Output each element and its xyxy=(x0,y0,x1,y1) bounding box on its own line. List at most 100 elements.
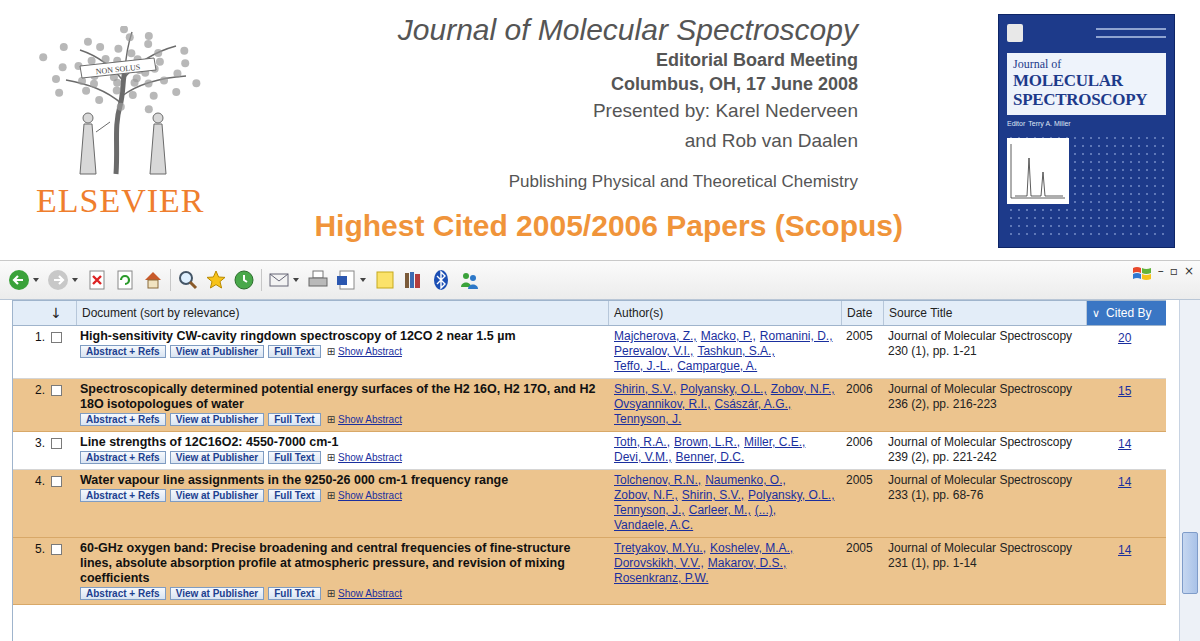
author-link[interactable]: Campargue, A. xyxy=(677,359,757,374)
show-abstract-link[interactable]: Show Abstract xyxy=(338,346,402,357)
author-link[interactable]: Zobov, N.F., xyxy=(614,488,678,503)
row-action-button[interactable]: Abstract + Refs xyxy=(80,345,166,358)
row-checkbox[interactable] xyxy=(51,544,62,555)
cited-by-link[interactable]: 20 xyxy=(1118,331,1131,345)
word-document-icon[interactable] xyxy=(335,269,357,291)
author-link[interactable]: Miller, C.E., xyxy=(744,435,805,450)
back-dropdown[interactable] xyxy=(33,278,39,282)
expand-icon[interactable]: ⊞ xyxy=(327,346,335,357)
author-link[interactable]: Császár, A.G., xyxy=(714,397,791,412)
window-control-button[interactable]: ▫ xyxy=(1170,264,1178,278)
scrollbar-thumb[interactable] xyxy=(1182,532,1198,594)
expand-icon[interactable]: ⊞ xyxy=(327,452,335,463)
row-action-button[interactable]: Abstract + Refs xyxy=(80,587,166,600)
column-header[interactable]: Source Title xyxy=(883,301,1086,325)
author-link[interactable]: Vandaele, A.C. xyxy=(614,518,693,533)
sort-marker[interactable]: ↓ xyxy=(13,301,76,325)
author-link[interactable]: Polyansky, O.L., xyxy=(748,488,834,503)
author-link[interactable]: Benner, D.C. xyxy=(676,450,745,465)
show-abstract-toggle[interactable]: ⊞Show Abstract xyxy=(327,452,402,463)
show-abstract-toggle[interactable]: ⊞Show Abstract xyxy=(327,414,402,425)
row-action-button[interactable]: Full Text xyxy=(268,345,320,358)
row-action-button[interactable]: Abstract + Refs xyxy=(80,413,166,426)
row-checkbox[interactable] xyxy=(51,476,62,487)
stop-icon[interactable] xyxy=(86,269,108,291)
note-icon[interactable] xyxy=(374,269,396,291)
column-header[interactable]: Document (sort by relevance) xyxy=(76,301,608,325)
row-action-button[interactable]: View at Publisher xyxy=(170,345,265,358)
row-checkbox[interactable] xyxy=(51,438,62,449)
show-abstract-toggle[interactable]: ⊞Show Abstract xyxy=(327,346,402,357)
forward-dropdown[interactable] xyxy=(72,278,78,282)
document-title[interactable]: Line strengths of 12C16O2: 4550-7000 cm-… xyxy=(80,435,602,450)
home-icon[interactable] xyxy=(142,269,164,291)
refresh-icon[interactable] xyxy=(114,269,136,291)
author-link[interactable]: Tashkun, S.A., xyxy=(697,344,774,359)
show-abstract-link[interactable]: Show Abstract xyxy=(338,414,402,425)
author-link[interactable]: Shirin, S.V., xyxy=(614,382,676,397)
author-link[interactable]: Rosenkranz, P.W. xyxy=(614,571,709,586)
row-action-button[interactable]: View at Publisher xyxy=(170,489,265,502)
row-action-button[interactable]: Full Text xyxy=(268,451,320,464)
author-link[interactable]: Majcherova, Z., xyxy=(614,329,697,344)
expand-icon[interactable]: ⊞ xyxy=(327,588,335,599)
scrollbar[interactable] xyxy=(1179,300,1200,641)
document-title[interactable]: Spectroscopically determined potential e… xyxy=(80,382,602,412)
document-title[interactable]: 60-GHz oxygen band: Precise broadening a… xyxy=(80,541,602,586)
history-icon[interactable] xyxy=(233,269,255,291)
author-link[interactable]: Tennyson, J. xyxy=(614,412,681,427)
forward-icon[interactable] xyxy=(47,269,69,291)
back-icon[interactable] xyxy=(8,269,30,291)
document-title[interactable]: Water vapour line assignments in the 925… xyxy=(80,473,602,488)
messenger-icon[interactable] xyxy=(458,269,480,291)
row-action-button[interactable]: View at Publisher xyxy=(170,451,265,464)
column-header[interactable]: Date xyxy=(841,301,883,325)
author-link[interactable]: Brown, L.R., xyxy=(674,435,740,450)
expand-icon[interactable]: ⊞ xyxy=(327,414,335,425)
research-icon[interactable] xyxy=(402,269,424,291)
author-link[interactable]: Dorovskikh, V.V., xyxy=(614,556,704,571)
author-link[interactable]: Tretyakov, M.Yu., xyxy=(614,541,706,556)
row-action-button[interactable]: Abstract + Refs xyxy=(80,489,166,502)
show-abstract-link[interactable]: Show Abstract xyxy=(338,452,402,463)
author-link[interactable]: Tolchenov, R.N., xyxy=(614,473,701,488)
author-link[interactable]: Carleer, M., xyxy=(689,503,751,518)
author-link[interactable]: Zobov, N.F., xyxy=(771,382,835,397)
row-action-button[interactable]: Full Text xyxy=(268,413,320,426)
row-action-button[interactable]: Full Text xyxy=(268,489,320,502)
show-abstract-toggle[interactable]: ⊞Show Abstract xyxy=(327,490,402,501)
author-link[interactable]: Devi, V.M., xyxy=(614,450,672,465)
row-action-button[interactable]: Abstract + Refs xyxy=(80,451,166,464)
column-header[interactable]: ∨Cited By xyxy=(1086,301,1166,325)
row-action-button[interactable]: Full Text xyxy=(268,587,320,600)
author-link[interactable]: Perevalov, V.I., xyxy=(614,344,693,359)
document-title[interactable]: High-sensitivity CW-cavity ringdown spec… xyxy=(80,329,602,344)
show-abstract-toggle[interactable]: ⊞Show Abstract xyxy=(327,588,402,599)
expand-icon[interactable]: ⊞ xyxy=(327,490,335,501)
author-link[interactable]: Macko, P., xyxy=(701,329,756,344)
cited-by-link[interactable]: 14 xyxy=(1118,437,1131,451)
window-control-button[interactable]: × xyxy=(1184,264,1194,278)
author-link[interactable]: Tennyson, J., xyxy=(614,503,685,518)
author-link[interactable]: Teffo, J.-L., xyxy=(614,359,673,374)
author-link[interactable]: (...), xyxy=(755,503,776,518)
print-icon[interactable] xyxy=(307,269,329,291)
favorites-star-icon[interactable] xyxy=(205,269,227,291)
mail-icon[interactable] xyxy=(268,269,290,291)
cited-by-link[interactable]: 15 xyxy=(1118,384,1131,398)
row-checkbox[interactable] xyxy=(51,385,62,396)
edit-dropdown[interactable] xyxy=(360,278,366,282)
author-link[interactable]: Shirin, S.V., xyxy=(682,488,744,503)
author-link[interactable]: Ovsyannikov, R.I., xyxy=(614,397,710,412)
bluetooth-icon[interactable] xyxy=(430,269,452,291)
author-link[interactable]: Polyansky, O.L., xyxy=(680,382,766,397)
row-action-button[interactable]: View at Publisher xyxy=(170,587,265,600)
window-control-button[interactable]: – xyxy=(1158,264,1164,278)
search-icon[interactable] xyxy=(177,269,199,291)
mail-dropdown[interactable] xyxy=(293,278,299,282)
author-link[interactable]: Naumenko, O., xyxy=(705,473,786,488)
row-action-button[interactable]: View at Publisher xyxy=(170,413,265,426)
show-abstract-link[interactable]: Show Abstract xyxy=(338,588,402,599)
cited-by-link[interactable]: 14 xyxy=(1118,475,1131,489)
cited-by-link[interactable]: 14 xyxy=(1118,543,1131,557)
